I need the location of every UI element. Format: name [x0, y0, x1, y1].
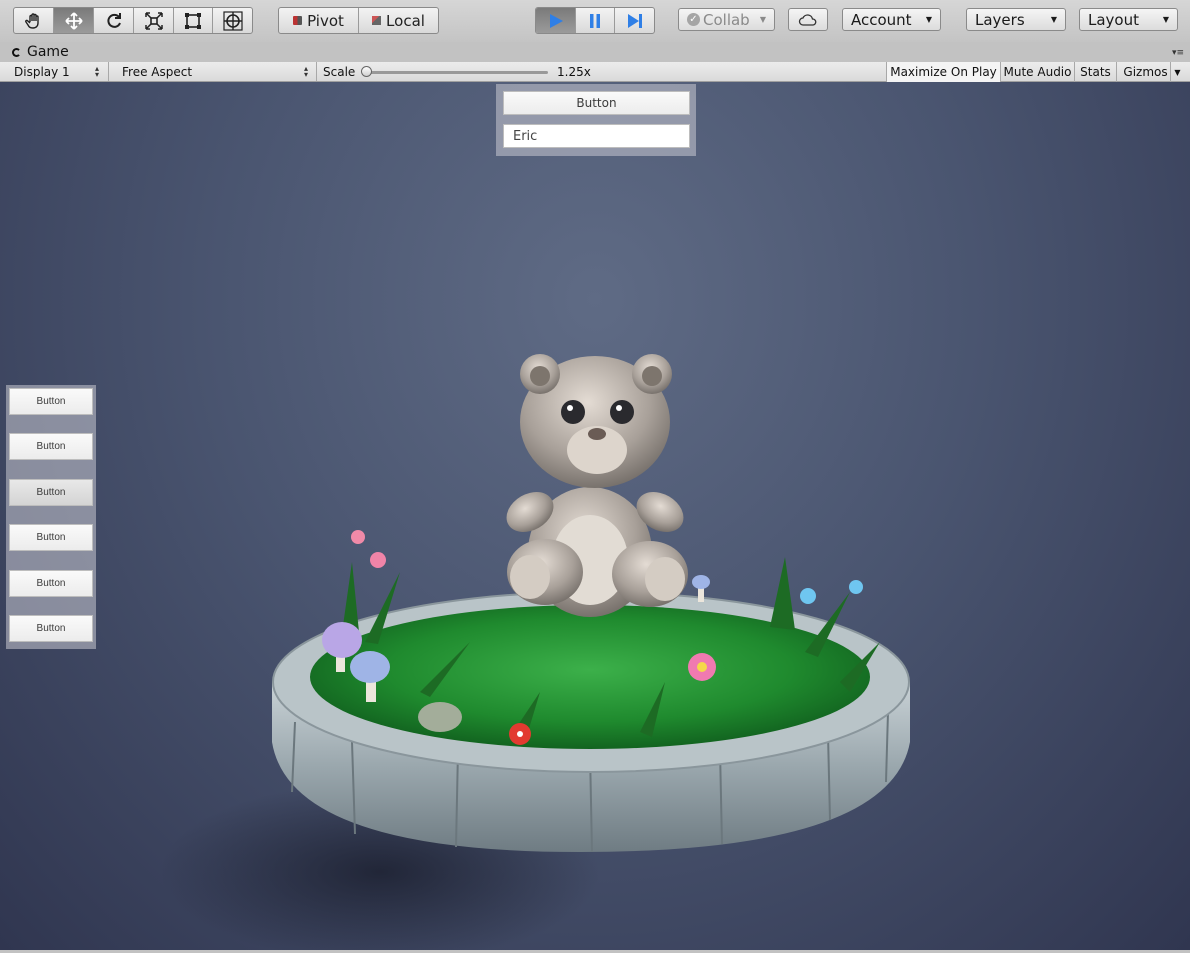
rock [418, 702, 462, 732]
side-button-5[interactable]: Button [9, 570, 93, 597]
checkmark-circle-icon: ✓ [687, 13, 700, 26]
stats-toggle[interactable]: Stats [1074, 62, 1116, 82]
mute-audio-toggle[interactable]: Mute Audio [1000, 62, 1074, 82]
top-ui-button-label: Button [576, 96, 617, 110]
layers-dropdown[interactable]: Layers ▼ [966, 8, 1066, 31]
play-button[interactable] [536, 8, 576, 33]
collab-dropdown[interactable]: ✓ Collab ▼ [678, 8, 775, 31]
transform-tools [13, 7, 253, 34]
rect-tool-button[interactable] [174, 8, 213, 33]
scale-value: 1.25x [557, 62, 597, 81]
pivot-icon [293, 16, 303, 25]
move-tool-button[interactable] [54, 8, 94, 33]
name-input-field[interactable]: Eric [503, 124, 690, 148]
scale-label-text: Scale [323, 64, 356, 79]
scale-slider-handle[interactable] [361, 66, 372, 77]
side-button-label: Button [36, 487, 66, 498]
layout-label: Layout [1088, 10, 1139, 29]
top-ui-panel: Button Eric [496, 84, 696, 156]
gizmos-label: Gizmos [1123, 65, 1168, 79]
game-controller-icon [12, 47, 21, 57]
rotate-tool-button[interactable] [94, 8, 134, 33]
tab-menu-icon[interactable]: ▾≡ [1172, 48, 1184, 58]
top-ui-button[interactable]: Button [503, 91, 690, 115]
scale-tool-icon [144, 11, 163, 30]
game-scene [160, 354, 910, 950]
gizmos-dropdown-arrow[interactable]: ▼ [1170, 62, 1184, 82]
chevron-down-icon: ▼ [925, 15, 932, 24]
side-button-6[interactable]: Button [9, 615, 93, 642]
layers-label: Layers [975, 10, 1025, 29]
side-button-3[interactable]: Button [9, 479, 93, 506]
account-dropdown[interactable]: Account ▼ [842, 8, 941, 31]
up-down-arrows-icon: ▴ ▾ [304, 64, 309, 79]
cloud-button[interactable] [788, 8, 828, 31]
scale-value-text: 1.25x [557, 64, 591, 79]
move-tool-icon [64, 11, 83, 30]
gizmos-toggle[interactable]: Gizmos [1116, 62, 1174, 82]
game-viewport[interactable]: Button Eric Button Button Button Button … [0, 82, 1190, 950]
transform-tool-icon [222, 10, 243, 31]
local-label: Local [386, 11, 425, 30]
pause-button[interactable] [576, 8, 615, 33]
side-button-label: Button [36, 396, 66, 407]
pause-icon [590, 13, 600, 28]
chevron-down-icon: ▼ [1050, 15, 1057, 24]
up-down-arrows-icon: ▴ ▾ [95, 64, 100, 79]
scale-tool-button[interactable] [134, 8, 174, 33]
rect-tool-icon [185, 12, 201, 29]
main-toolbar: Pivot Local ✓ Collab ▼ Account ▼ Layers … [0, 0, 1190, 43]
pivot-label: Pivot [307, 11, 344, 30]
side-button-label: Button [36, 532, 66, 543]
side-button-4[interactable]: Button [9, 524, 93, 551]
aspect-dropdown[interactable]: Free Aspect ▴ ▾ [116, 62, 317, 81]
scale-label: Scale [323, 62, 363, 81]
play-icon [549, 13, 563, 28]
scale-slider-track[interactable] [362, 71, 548, 74]
display-label: Display 1 [14, 64, 70, 79]
mute-audio-label: Mute Audio [1003, 65, 1072, 79]
aspect-label: Free Aspect [122, 64, 193, 79]
cloud-icon [798, 13, 817, 26]
tab-bar: Game ▾≡ [0, 42, 1190, 62]
playback-controls [535, 7, 655, 34]
hand-tool-icon [24, 12, 39, 29]
tab-game-label: Game [27, 44, 69, 60]
side-button-label: Button [36, 578, 66, 589]
tab-game[interactable]: Game [4, 42, 76, 62]
side-button-label: Button [36, 441, 66, 452]
local-button[interactable]: Local [359, 8, 438, 33]
game-view-toolbar: Display 1 ▴ ▾ Free Aspect ▴ ▾ Scale 1.25x … [0, 62, 1190, 82]
maximize-on-play-toggle[interactable]: Maximize On Play [886, 62, 1000, 82]
left-ui-panel: Button Button Button Button Button Butto… [6, 385, 96, 649]
display-dropdown[interactable]: Display 1 ▴ ▾ [0, 62, 109, 81]
chevron-down-icon: ▼ [1162, 15, 1169, 24]
rotate-tool-icon [106, 12, 121, 28]
layout-dropdown[interactable]: Layout ▼ [1079, 8, 1178, 31]
chevron-down-icon: ▼ [759, 15, 766, 24]
maximize-on-play-label: Maximize On Play [890, 65, 997, 79]
step-icon [627, 13, 642, 28]
cube-icon [372, 16, 382, 25]
pivot-button[interactable]: Pivot [279, 8, 359, 33]
side-button-label: Button [36, 623, 66, 634]
side-button-2[interactable]: Button [9, 433, 93, 460]
hand-tool-button[interactable] [14, 8, 54, 33]
stats-label: Stats [1080, 65, 1111, 79]
pivot-local-group: Pivot Local [278, 7, 439, 34]
teddy-bear [506, 354, 688, 617]
step-button[interactable] [615, 8, 654, 33]
collab-label: Collab [703, 10, 750, 29]
side-button-1[interactable]: Button [9, 388, 93, 415]
account-label: Account [851, 10, 912, 29]
name-input-value: Eric [513, 128, 538, 144]
transform-tool-button[interactable] [213, 8, 252, 33]
